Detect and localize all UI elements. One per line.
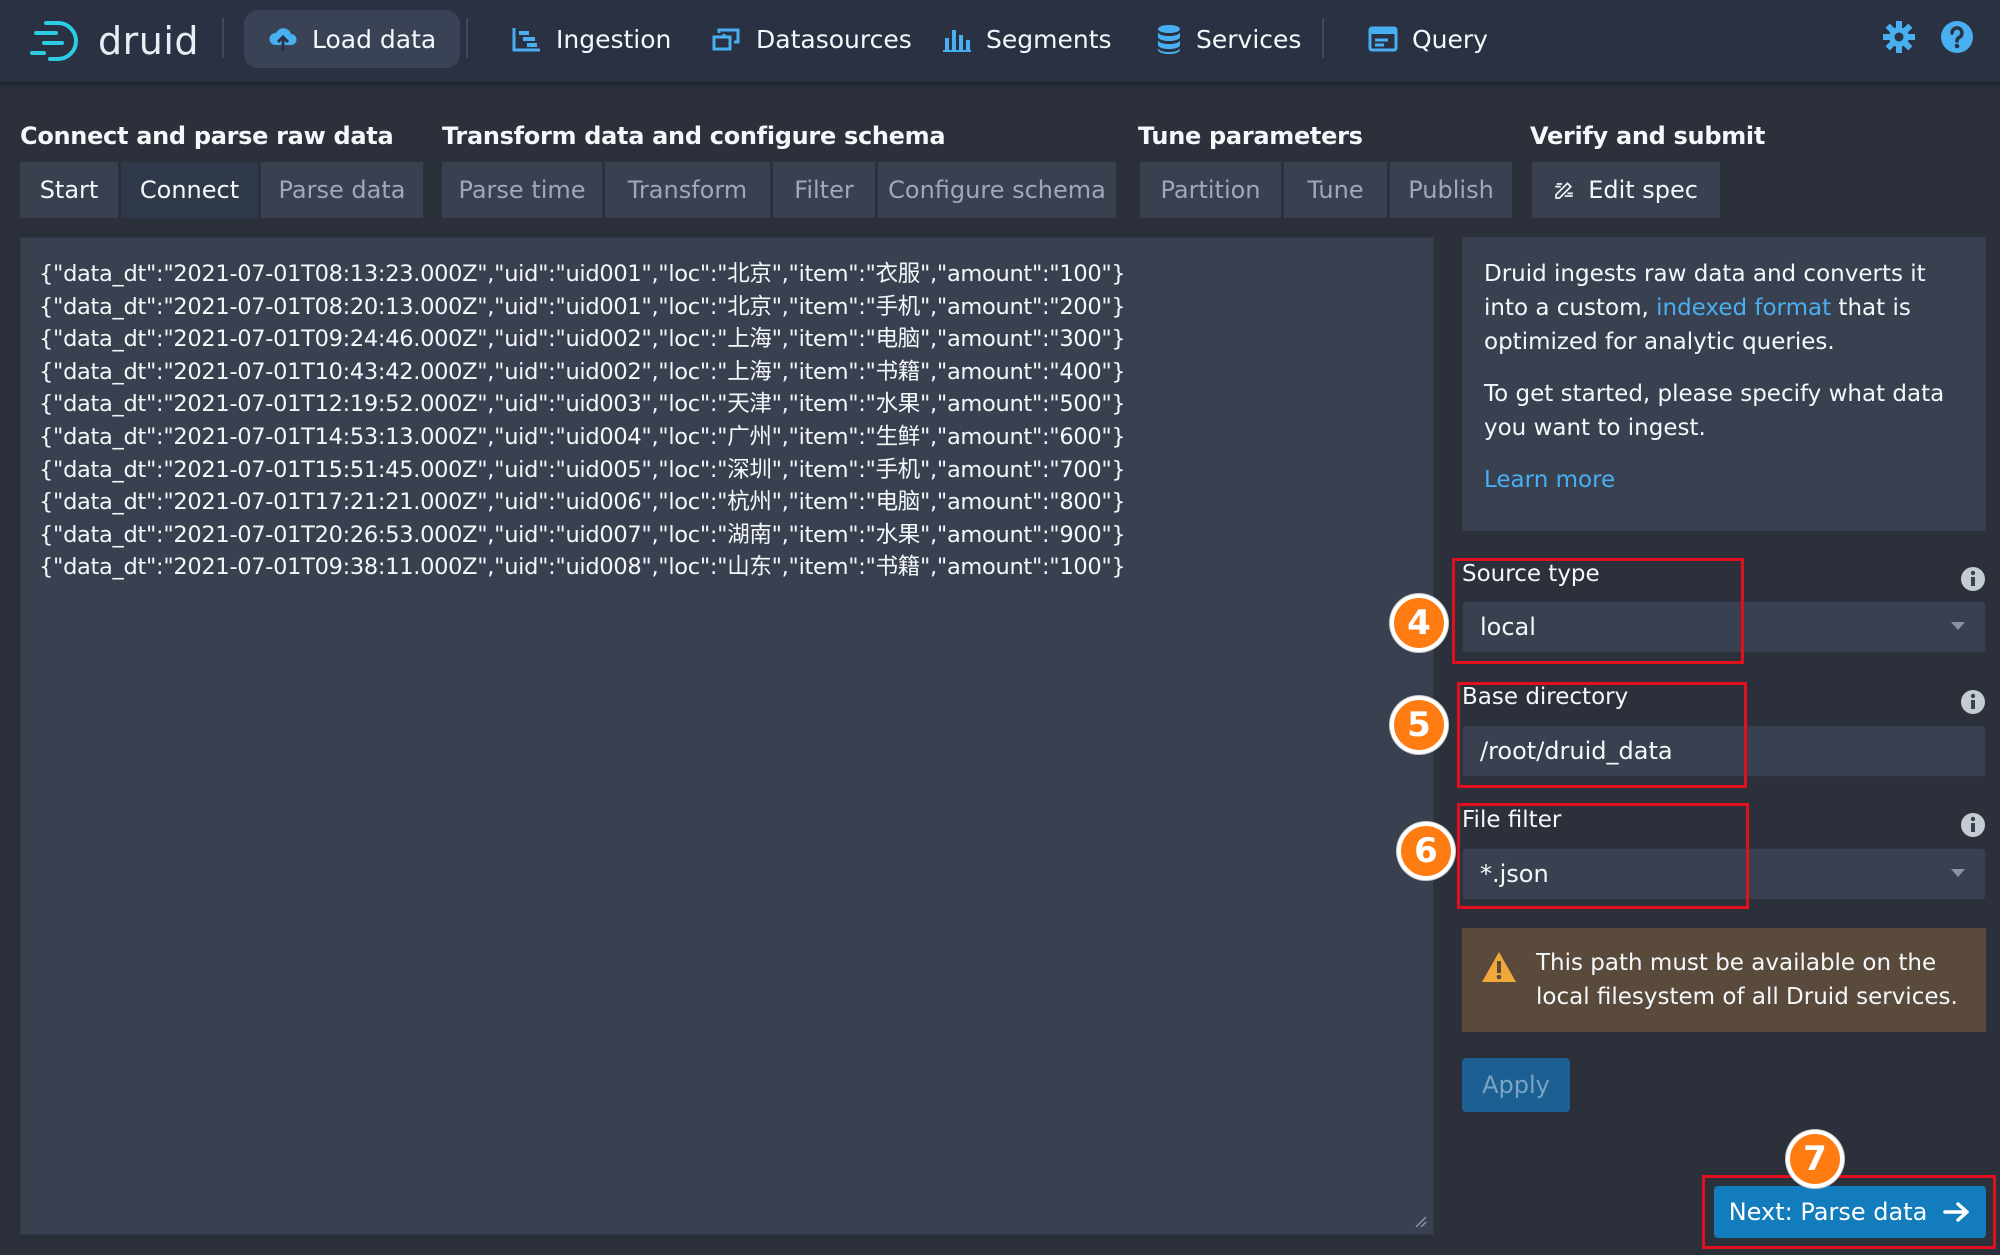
indexed-format-link[interactable]: indexed format: [1656, 295, 1831, 321]
raw-data-line: {"data_dt":"2021-07-01T14:53:13.000Z","u…: [39, 423, 1126, 450]
step-group-verify: Edit spec: [1532, 162, 1720, 218]
stacked-chart-icon: [943, 30, 971, 52]
nav-segments[interactable]: Segments: [918, 10, 1136, 68]
cloud-upload-icon: [269, 28, 297, 51]
nav-label: Services: [1196, 24, 1302, 54]
tab-configure-schema[interactable]: Configure schema: [878, 162, 1116, 218]
nav-label: Segments: [986, 24, 1112, 54]
application-icon: [1368, 26, 1398, 52]
step-header-tune: Tune parameters: [1138, 122, 1363, 150]
warning-text: This path must be available on the local…: [1536, 950, 1958, 1010]
raw-data-line: {"data_dt":"2021-07-01T08:20:13.000Z","u…: [39, 293, 1126, 320]
raw-data-line: {"data_dt":"2021-07-01T10:43:42.000Z","u…: [39, 358, 1126, 385]
nav-label: Datasources: [756, 24, 912, 54]
info-paragraph-2: To get started, please specify what data…: [1484, 381, 1945, 441]
annotation-box-file-filter: [1457, 803, 1749, 909]
resize-grip-icon[interactable]: [1413, 1214, 1427, 1228]
edit-spec-icon: [1555, 182, 1573, 199]
warning-sign-icon: [1482, 952, 1516, 982]
raw-data-line: {"data_dt":"2021-07-01T15:51:45.000Z","u…: [39, 456, 1126, 483]
warning-callout: This path must be available on the local…: [1462, 928, 1986, 1032]
gantt-chart-icon: [512, 28, 540, 52]
chevron-down-icon: [1951, 622, 1965, 630]
step-group-connect: Start Connect Parse data: [20, 162, 423, 218]
tab-edit-spec[interactable]: Edit spec: [1532, 162, 1720, 218]
tab-start[interactable]: Start: [20, 162, 118, 218]
tab-partition[interactable]: Partition: [1140, 162, 1281, 218]
nav-divider: [1322, 18, 1324, 58]
step-group-transform: Parse time Transform Filter Configure sc…: [442, 162, 1116, 218]
edit-spec-label: Edit spec: [1588, 176, 1698, 204]
raw-data-line: {"data_dt":"2021-07-01T08:13:23.000Z","u…: [39, 261, 1126, 287]
nav-datasources[interactable]: Datasources: [688, 10, 936, 68]
step-marker-6: 6: [1397, 822, 1455, 880]
nav-label: Ingestion: [556, 24, 672, 54]
nav-divider: [222, 18, 224, 58]
nav-label: Query: [1412, 24, 1488, 54]
logo-text: druid: [98, 19, 200, 63]
tab-transform[interactable]: Transform: [605, 162, 770, 218]
raw-data-line: {"data_dt":"2021-07-01T09:24:46.000Z","u…: [39, 326, 1126, 353]
raw-data-lines: {"data_dt":"2021-07-01T08:13:23.000Z","u…: [39, 258, 1126, 584]
raw-data-line: {"data_dt":"2021-07-01T09:38:11.000Z","u…: [39, 554, 1126, 581]
druid-logo[interactable]: druid: [28, 8, 199, 74]
annotation-box-source-type: [1452, 558, 1744, 664]
nav-label: Load data: [312, 24, 437, 54]
chevron-down-icon: [1951, 869, 1965, 877]
nav-load-data[interactable]: Load data: [244, 10, 461, 68]
step-header-transform: Transform data and configure schema: [442, 122, 946, 150]
info-callout: Druid ingests raw data and converts it i…: [1462, 237, 1986, 531]
help-icon[interactable]: [1940, 20, 1974, 54]
learn-more-link[interactable]: Learn more: [1484, 467, 1615, 493]
step-marker-5: 5: [1390, 696, 1448, 754]
raw-data-line: {"data_dt":"2021-07-01T20:26:53.000Z","u…: [39, 521, 1126, 548]
step-marker-4: 4: [1390, 594, 1448, 652]
top-navbar: druid Load data Ingestion Datasources Se…: [0, 0, 2000, 82]
tab-publish[interactable]: Publish: [1390, 162, 1512, 218]
info-paragraph-1: Druid ingests raw data and converts it i…: [1484, 261, 1926, 355]
database-icon: [1158, 25, 1180, 54]
step-marker-7: 7: [1786, 1130, 1844, 1188]
annotation-box-next-button: [1702, 1175, 1996, 1249]
raw-data-line: {"data_dt":"2021-07-01T17:21:21.000Z","u…: [39, 489, 1126, 516]
tab-tune[interactable]: Tune: [1284, 162, 1387, 218]
raw-data-line: {"data_dt":"2021-07-01T12:19:52.000Z","u…: [39, 391, 1126, 418]
druid-logo-icon: [30, 21, 78, 61]
info-icon[interactable]: [1960, 566, 1986, 592]
step-header-connect: Connect and parse raw data: [20, 122, 394, 150]
step-group-tune: Partition Tune Publish: [1140, 162, 1512, 218]
tab-filter[interactable]: Filter: [773, 162, 875, 218]
nav-divider: [466, 18, 468, 58]
nav-query[interactable]: Query: [1344, 10, 1512, 68]
multi-select-icon: [712, 28, 740, 51]
raw-data-preview[interactable]: {"data_dt":"2021-07-01T08:13:23.000Z","u…: [20, 237, 1434, 1235]
info-icon[interactable]: [1960, 689, 1986, 715]
tab-parse-data[interactable]: Parse data: [261, 162, 423, 218]
tab-parse-time[interactable]: Parse time: [442, 162, 602, 218]
step-header-verify: Verify and submit: [1530, 122, 1766, 150]
info-icon[interactable]: [1960, 812, 1986, 838]
apply-button[interactable]: Apply: [1462, 1058, 1570, 1112]
nav-ingestion[interactable]: Ingestion: [488, 10, 695, 68]
annotation-box-base-directory: [1457, 682, 1747, 788]
gear-icon[interactable]: [1882, 20, 1916, 54]
tab-connect[interactable]: Connect: [121, 162, 258, 218]
nav-services[interactable]: Services: [1132, 10, 1325, 68]
